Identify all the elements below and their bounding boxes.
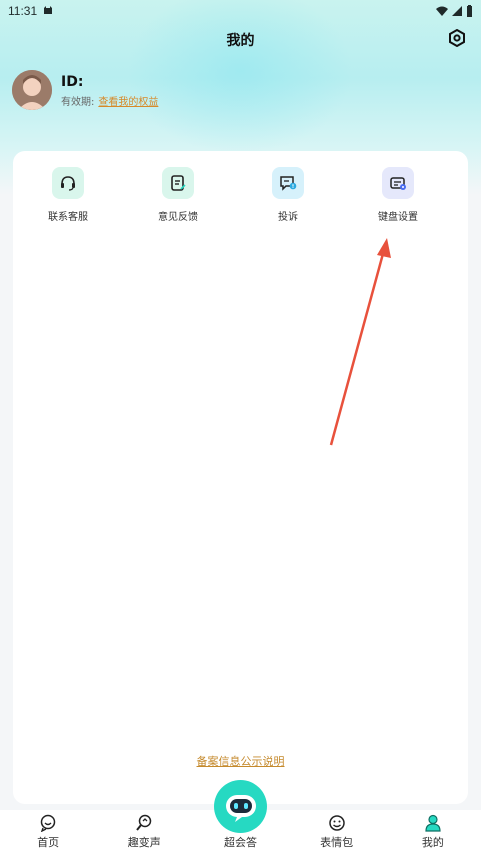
user-id-label: ID: [61, 74, 84, 90]
view-benefits-link[interactable]: 查看我的权益 [98, 93, 158, 108]
record-info-link[interactable]: 备案信息公示说明 [0, 753, 481, 769]
menu-icon-bg [272, 167, 304, 199]
tab-profile[interactable]: 我的 [385, 810, 481, 855]
signal-icon [452, 6, 462, 16]
tab-voice-change[interactable]: 趣变声 [96, 810, 192, 855]
settings-button[interactable] [447, 28, 467, 48]
menu-label: 键盘设置 [378, 212, 418, 223]
voice-change-icon [136, 814, 152, 831]
status-bar: 11:31 [0, 0, 481, 22]
tab-label: 超会答 [223, 836, 257, 849]
menu-item-keyboard-settings[interactable]: 键盘设置 [343, 167, 453, 223]
complaint-icon [280, 176, 297, 191]
menu-label: 联系客服 [48, 212, 88, 223]
feedback-icon [171, 175, 186, 191]
tab-label: 首页 [37, 836, 60, 849]
menu-item-contact-service[interactable]: 联系客服 [13, 167, 123, 223]
validity-label: 有效期: [61, 97, 95, 108]
emoji-icon [328, 815, 345, 831]
profile-icon [425, 814, 441, 832]
super-answer-button[interactable] [214, 780, 267, 833]
wifi-icon [436, 6, 448, 16]
page-title: 我的 [226, 33, 255, 49]
menu-icon-bg [382, 167, 414, 199]
tab-label: 表情包 [320, 836, 354, 849]
robot-icon [225, 794, 256, 822]
menu-icon-bg [52, 167, 84, 199]
home-icon [40, 814, 56, 832]
notification-app-icon [43, 5, 53, 18]
status-indicators [436, 5, 473, 17]
tab-label: 我的 [421, 836, 444, 849]
menu-icon-bg [162, 167, 194, 199]
menu-card [13, 151, 468, 804]
battery-icon [467, 5, 472, 17]
menu-label: 投诉 [278, 212, 298, 223]
tab-label: 趣变声 [127, 836, 161, 849]
menu-row: 联系客服 意见反馈 投诉 键盘设置 [13, 167, 468, 223]
tab-home[interactable]: 首页 [0, 810, 96, 855]
menu-item-feedback[interactable]: 意见反馈 [123, 167, 233, 223]
menu-item-complaint[interactable]: 投诉 [233, 167, 343, 223]
settings-icon [449, 29, 465, 47]
avatar[interactable] [12, 70, 52, 110]
validity-row: 有效期: 查看我的权益 [61, 93, 158, 108]
keyboard-settings-icon [390, 177, 406, 190]
tab-emoji[interactable]: 表情包 [289, 810, 385, 855]
status-time: 11:31 [8, 4, 38, 18]
menu-label: 意见反馈 [158, 212, 198, 223]
headset-icon [61, 176, 75, 191]
